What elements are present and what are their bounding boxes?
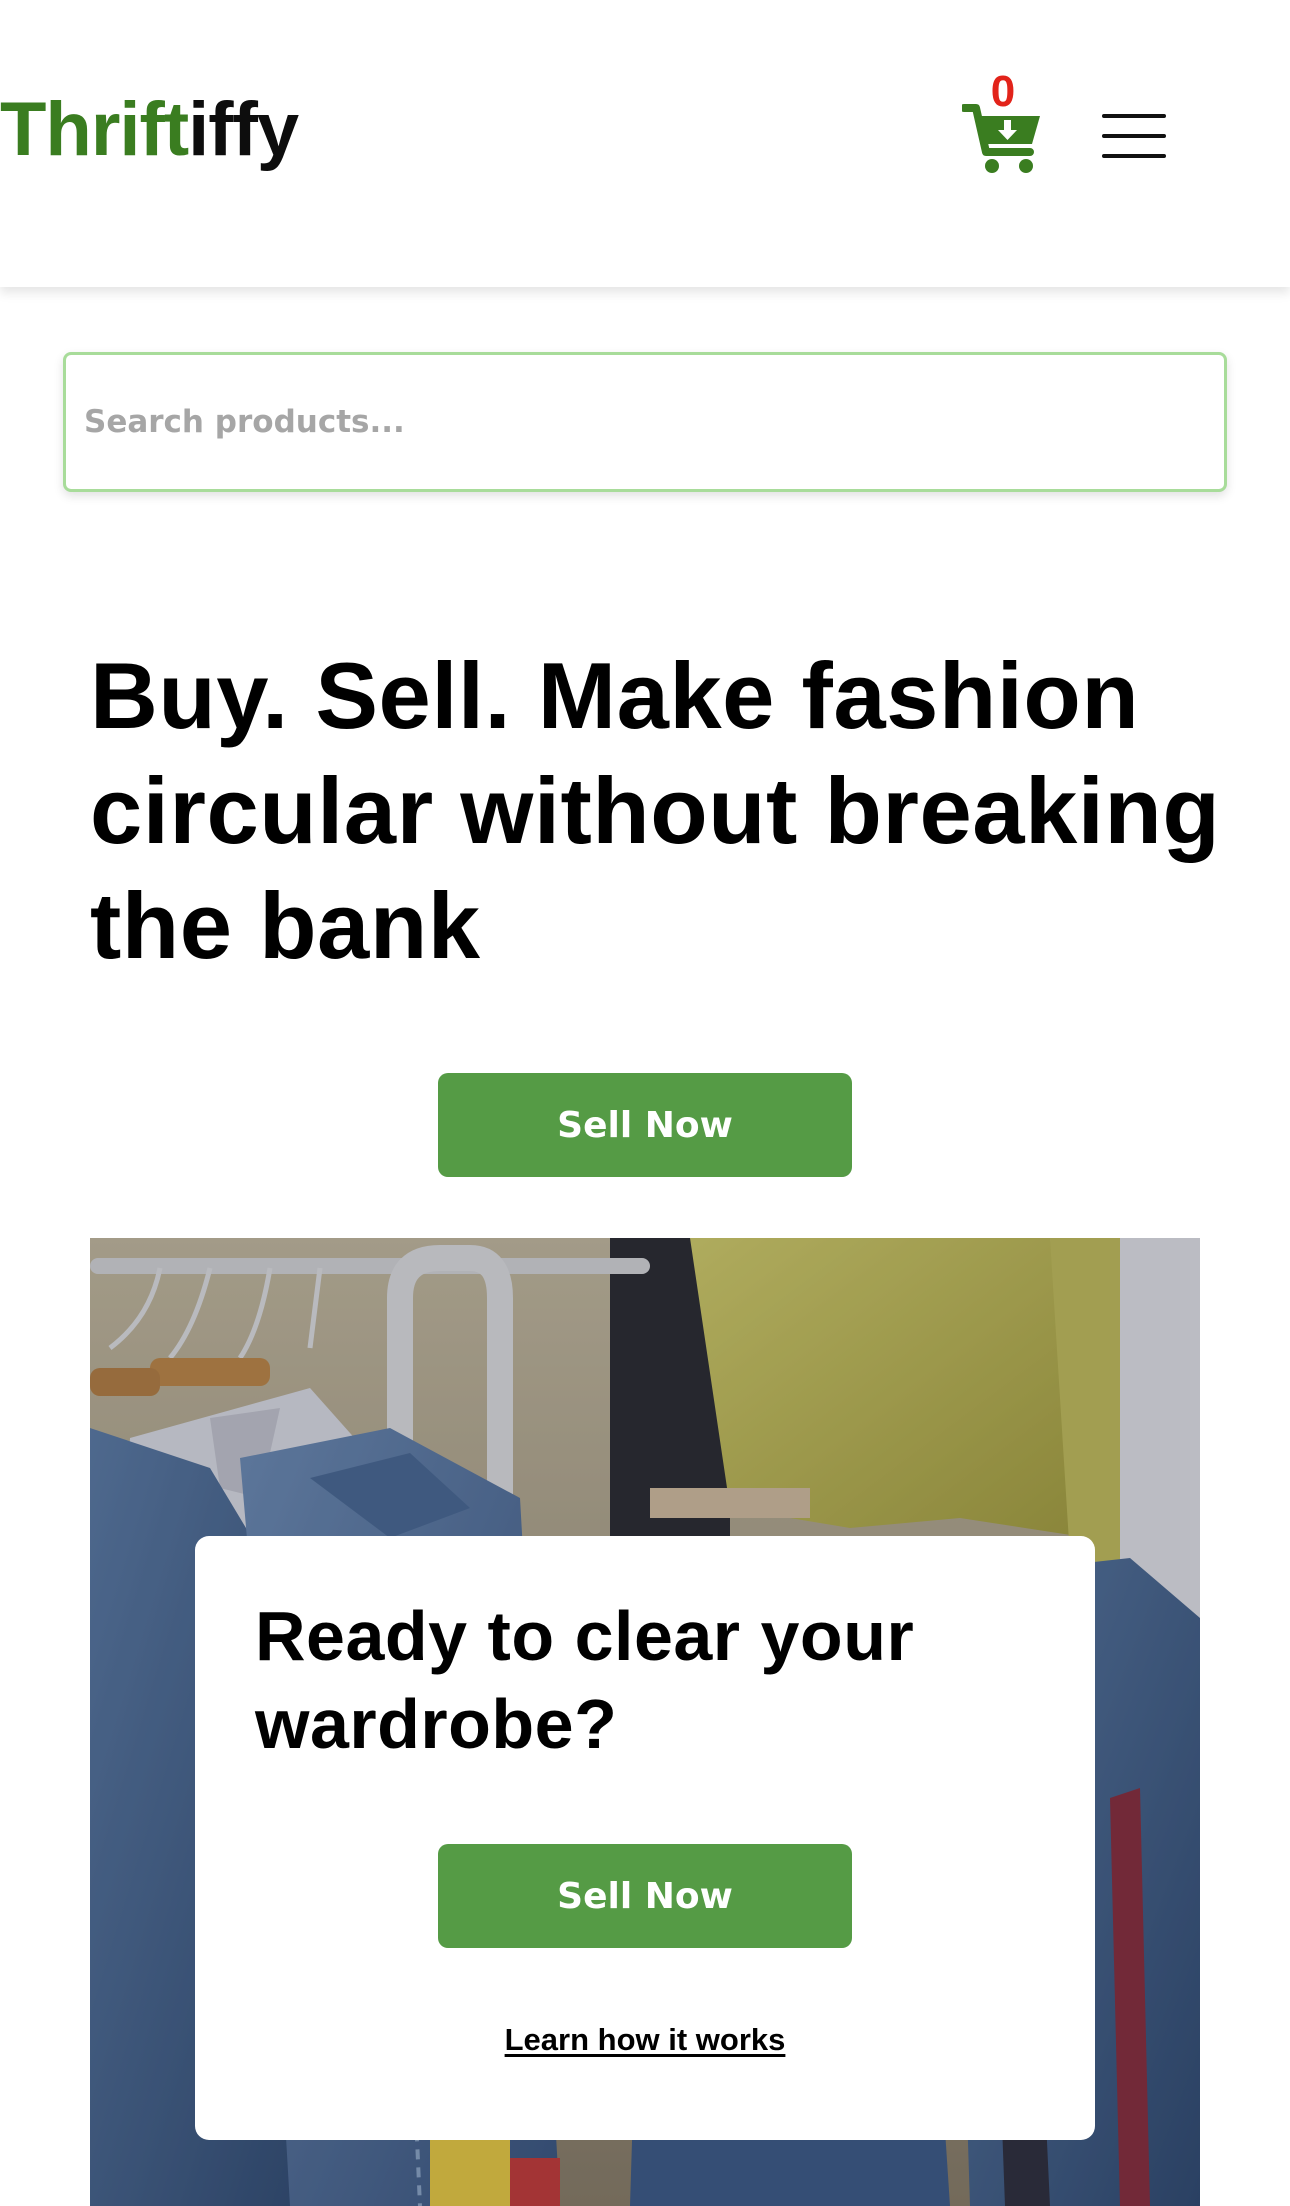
search-box: [63, 352, 1227, 492]
menu-bar: [1102, 154, 1166, 158]
hamburger-menu-icon[interactable]: [1102, 112, 1166, 160]
learn-how-it-works-link[interactable]: Learn how it works: [195, 2022, 1095, 2058]
cart-download-icon: [962, 104, 1040, 173]
site-logo[interactable]: Thriftiffy: [0, 92, 299, 168]
card-sell-now-button[interactable]: Sell Now: [438, 1844, 852, 1948]
cart-button[interactable]: 0: [962, 70, 1044, 176]
search-input[interactable]: [66, 355, 1224, 489]
menu-bar: [1102, 114, 1166, 118]
sell-now-button[interactable]: Sell Now: [438, 1073, 852, 1177]
logo-text-thrift: Thrift: [0, 87, 189, 172]
card-title: Ready to clear your wardrobe?: [255, 1597, 915, 1763]
hero-title: Buy. Sell. Make fashion circular without…: [90, 643, 1221, 978]
site-header: Thriftiffy 0: [0, 0, 1290, 287]
logo-text-iffy: iffy: [188, 87, 299, 172]
sell-cta-card: Ready to clear your wardrobe? Sell Now L…: [195, 1536, 1095, 2140]
menu-bar: [1102, 134, 1166, 138]
